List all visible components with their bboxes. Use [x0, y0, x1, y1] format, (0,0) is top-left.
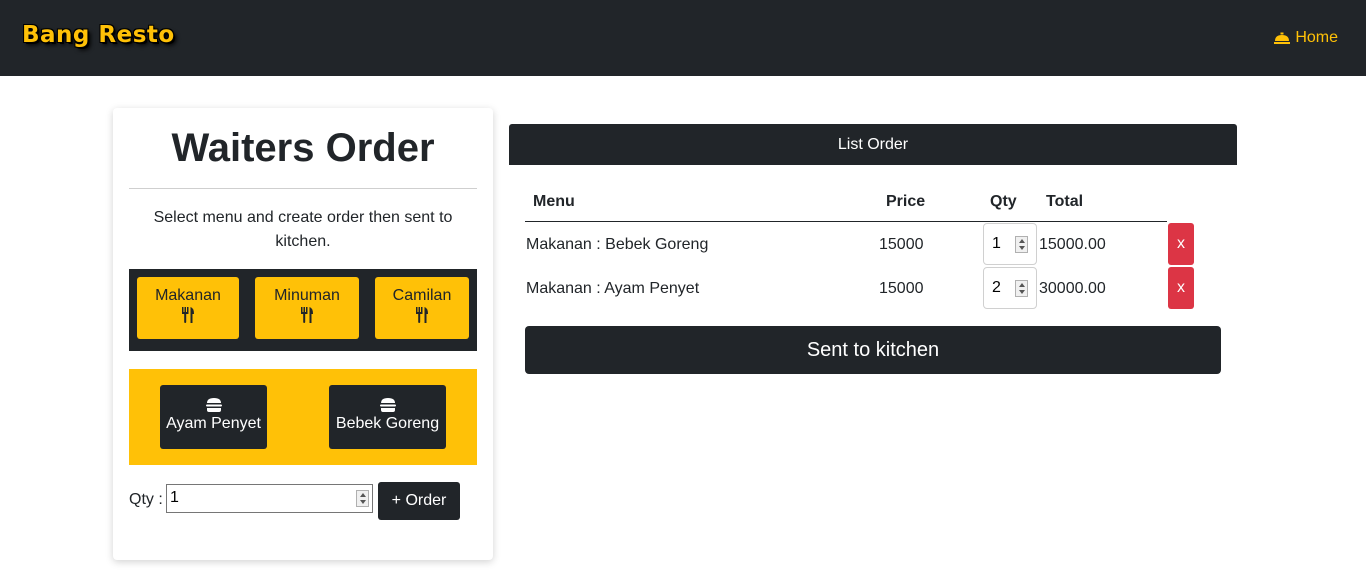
- send-to-kitchen-button[interactable]: Sent to kitchen: [525, 326, 1221, 374]
- category-label: Makanan: [155, 287, 221, 304]
- row-qty-value: 1: [992, 235, 1001, 252]
- column-header-qty: Qty: [990, 193, 1017, 210]
- add-order-button[interactable]: + Order: [378, 482, 460, 520]
- row-total: 15000.00: [1039, 236, 1106, 253]
- row-menu: Makanan : Ayam Penyet: [526, 280, 700, 297]
- menu-items-bar: Ayam Penyet Bebek Goreng: [129, 369, 477, 465]
- waiters-order-card: Waiters Order Select menu and create ord…: [113, 108, 493, 560]
- menu-button-ayam-penyet[interactable]: Ayam Penyet: [160, 385, 267, 449]
- qty-label: Qty :: [129, 491, 163, 508]
- category-bar: Makanan Minuman Camilan: [129, 269, 477, 351]
- qty-input-value: 1: [170, 489, 179, 506]
- navbar: Bang Resto Home: [0, 0, 1366, 76]
- bell-concierge-icon: [1274, 32, 1291, 44]
- category-label: Minuman: [274, 287, 340, 304]
- menu-button-bebek-goreng[interactable]: Bebek Goreng: [329, 385, 446, 449]
- page-title: Waiters Order: [171, 126, 435, 170]
- column-header-total: Total: [1046, 193, 1084, 210]
- row-qty-value: 2: [992, 279, 1001, 296]
- qty-input[interactable]: 1: [166, 484, 373, 513]
- delete-row-button[interactable]: x: [1168, 223, 1194, 265]
- row-qty-input[interactable]: 2: [983, 267, 1037, 309]
- burger-icon: [379, 398, 396, 412]
- menu-item-label: Bebek Goreng: [335, 415, 440, 432]
- row-qty-stepper[interactable]: [1015, 236, 1028, 253]
- category-button-makanan[interactable]: Makanan: [137, 277, 239, 339]
- column-header-price: Price: [886, 193, 926, 210]
- utensils-icon: [182, 307, 194, 323]
- utensils-icon: [301, 307, 313, 323]
- row-price: 15000: [879, 236, 924, 253]
- qty-stepper[interactable]: [356, 490, 369, 507]
- category-button-camilan[interactable]: Camilan: [375, 277, 469, 339]
- column-header-menu: Menu: [533, 193, 575, 210]
- menu-item-label: Ayam Penyet: [166, 415, 261, 432]
- row-total: 30000.00: [1039, 280, 1106, 297]
- category-button-minuman[interactable]: Minuman: [255, 277, 359, 339]
- row-menu: Makanan : Bebek Goreng: [526, 236, 709, 253]
- nav-home-link[interactable]: Home: [1274, 29, 1338, 47]
- table-header-divider: [525, 221, 1167, 222]
- nav-home-label: Home: [1295, 29, 1338, 46]
- burger-icon: [205, 398, 222, 412]
- row-price: 15000: [879, 280, 924, 297]
- utensils-icon: [416, 307, 428, 323]
- row-qty-input[interactable]: 1: [983, 223, 1037, 265]
- title-divider: [129, 188, 477, 189]
- brand-logo[interactable]: Bang Resto: [22, 22, 175, 48]
- delete-row-button[interactable]: x: [1168, 267, 1194, 309]
- order-instructions: Select menu and create order then sent t…: [153, 209, 453, 250]
- row-qty-stepper[interactable]: [1015, 280, 1028, 297]
- category-label: Camilan: [392, 287, 452, 304]
- order-list-header: List Order: [509, 124, 1237, 165]
